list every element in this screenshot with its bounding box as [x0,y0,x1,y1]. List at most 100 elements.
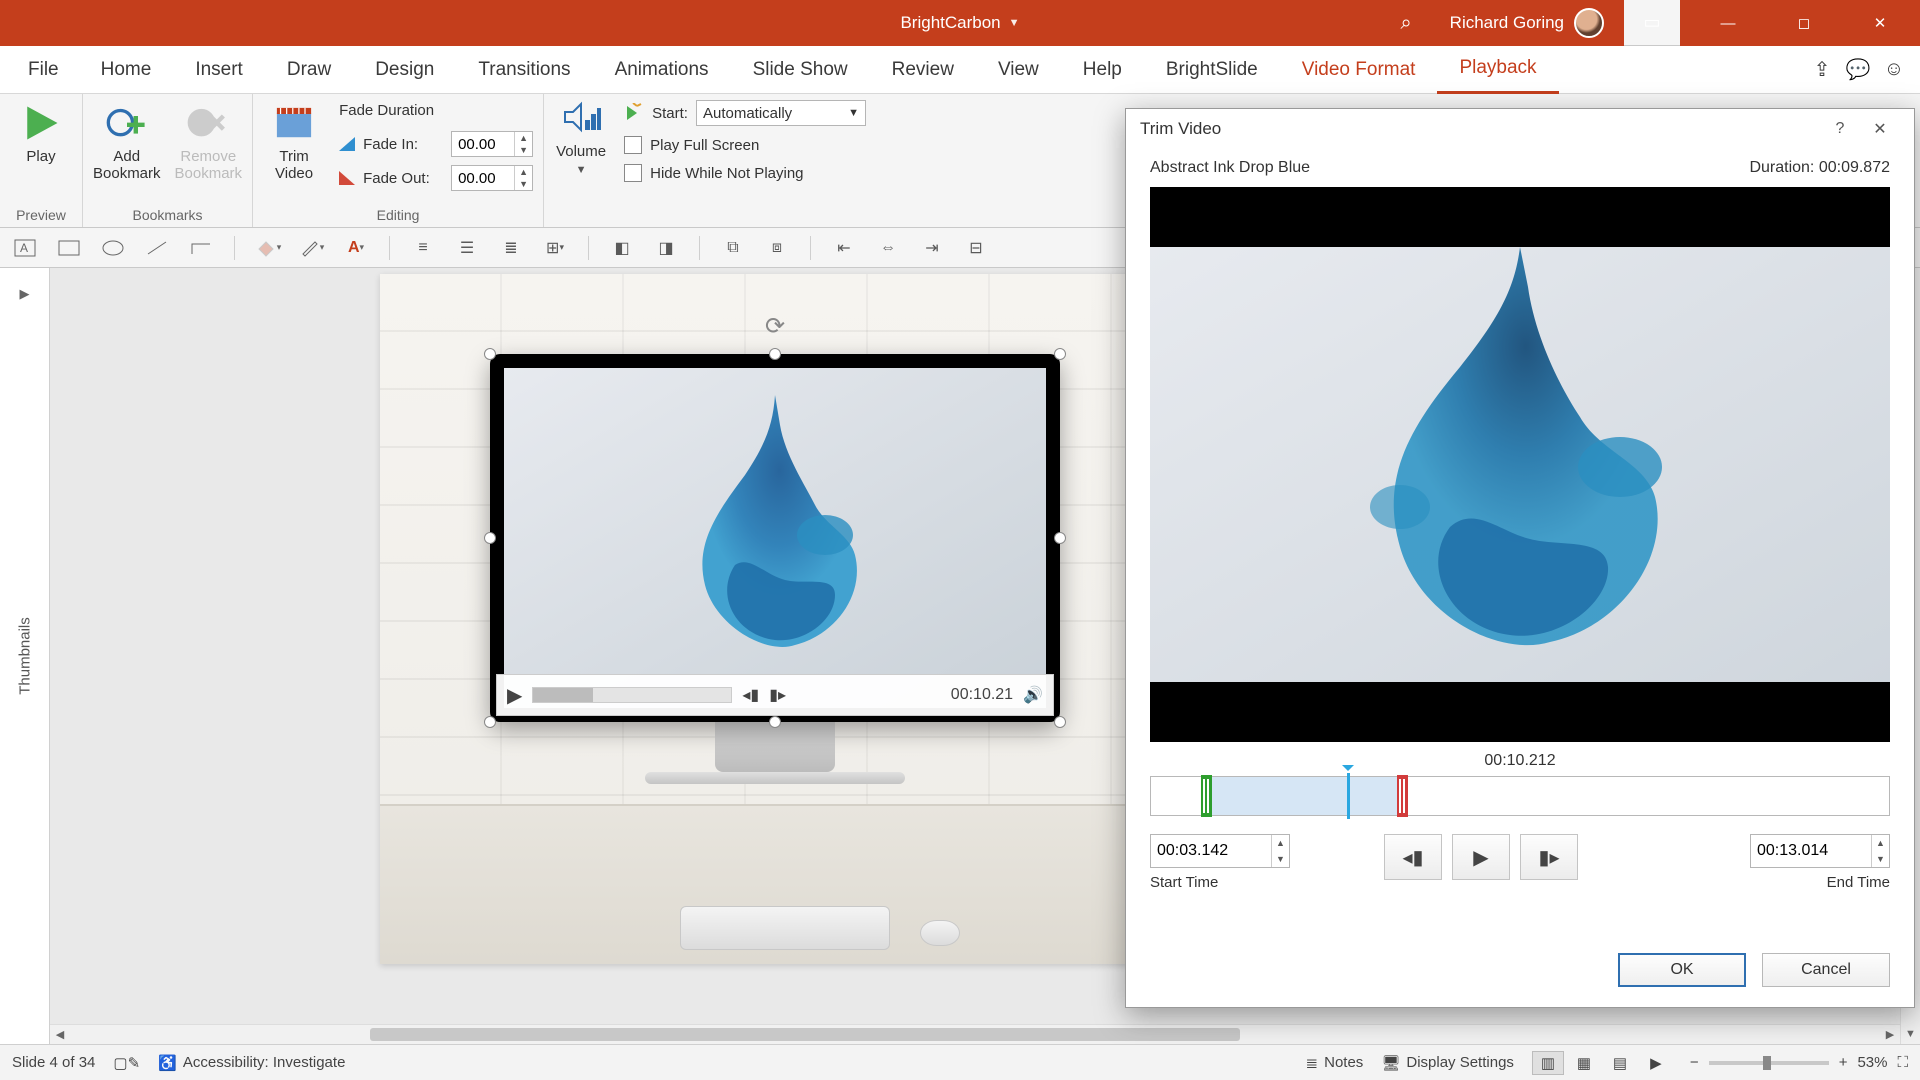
spinner-down-icon[interactable]: ▼ [515,144,532,156]
tab-file[interactable]: File [8,46,79,94]
tab-design[interactable]: Design [353,46,456,94]
resize-handle[interactable] [1054,716,1066,728]
end-time-input[interactable]: ▲▼ [1750,834,1890,868]
expand-thumbnails-icon[interactable]: ▶ [20,286,30,302]
trim-playhead[interactable] [1347,773,1350,819]
text-box-icon[interactable]: A [10,235,40,261]
font-color-icon[interactable]: A▾ [341,235,371,261]
video-object[interactable]: ⟳ ▶ ◂▮ ▮ [490,354,1060,784]
resize-handle[interactable] [1054,348,1066,360]
ungroup-icon[interactable]: ⧈ [762,235,792,261]
scroll-left-icon[interactable]: ◀ [50,1025,70,1044]
bring-forward-icon[interactable]: ◧ [607,235,637,261]
spinner-down-icon[interactable]: ▼ [1872,851,1889,867]
scroll-down-icon[interactable]: ▼ [1901,1024,1920,1044]
resize-handle[interactable] [769,716,781,728]
resize-handle[interactable] [1054,532,1066,544]
slideshow-view-icon[interactable]: ▶ [1640,1051,1672,1075]
notes-button[interactable]: ≣Notes [1306,1054,1364,1072]
align-center-objects-icon[interactable]: ⇔ [873,235,903,261]
start-time-input[interactable]: ▲▼ [1150,834,1290,868]
zoom-slider[interactable] [1709,1061,1829,1065]
play-full-screen-checkbox[interactable] [624,136,642,154]
resize-handle[interactable] [484,532,496,544]
fit-to-window-icon[interactable]: ⛶ [1897,1054,1908,1071]
display-settings-button[interactable]: 🖥Display Settings [1381,1054,1514,1072]
tab-draw[interactable]: Draw [265,46,353,94]
start-time-field[interactable] [1151,835,1271,867]
align-center-icon[interactable]: ☰ [452,235,482,261]
cancel-button[interactable]: Cancel [1762,953,1890,987]
user-account[interactable]: Richard Goring [1450,8,1604,38]
zoom-out-button[interactable]: − [1690,1054,1699,1071]
tab-help[interactable]: Help [1061,46,1144,94]
tab-transitions[interactable]: Transitions [456,46,592,94]
spinner-down-icon[interactable]: ▼ [1272,851,1289,867]
accessibility-button[interactable]: ♿ Accessibility: Investigate [158,1054,345,1072]
comments-icon[interactable]: 💬 [1840,57,1876,82]
player-next-frame-icon[interactable]: ▮▸ [769,685,786,705]
tab-view[interactable]: View [976,46,1061,94]
horizontal-scrollbar[interactable]: ◀ ▶ [50,1024,1900,1044]
tab-animations[interactable]: Animations [593,46,731,94]
resize-handle[interactable] [484,716,496,728]
normal-view-icon[interactable]: ▥ [1532,1051,1564,1075]
play-button[interactable]: ▶ [1452,834,1510,880]
search-icon[interactable]: ⌕ [1400,12,1411,35]
align-left-objects-icon[interactable]: ⇤ [829,235,859,261]
line-icon[interactable] [142,235,172,261]
shape-outline-icon[interactable]: ▾ [297,235,327,261]
trim-timeline[interactable] [1150,776,1890,816]
document-title[interactable]: BrightCarbon ▼ [900,13,1019,33]
zoom-value[interactable]: 53% [1857,1054,1887,1071]
tab-playback[interactable]: Playback [1437,46,1558,94]
close-button[interactable]: ✕ [1852,0,1908,46]
tab-video-format[interactable]: Video Format [1280,46,1438,94]
smiley-icon[interactable]: ☺ [1876,58,1912,81]
spinner-up-icon[interactable]: ▲ [1272,835,1289,851]
slide-counter[interactable]: Slide 4 of 34 [12,1054,95,1071]
fade-in-field[interactable] [452,132,514,156]
fade-out-input[interactable]: ▲▼ [451,165,533,191]
tab-review[interactable]: Review [870,46,976,94]
spinner-up-icon[interactable]: ▲ [1872,835,1889,851]
thumbnails-pane[interactable]: ▶ Thumbnails [0,268,50,1044]
rectangle-icon[interactable] [54,235,84,261]
oval-icon[interactable] [98,235,128,261]
player-volume-icon[interactable]: 🔊 [1023,685,1043,705]
tab-insert[interactable]: Insert [173,46,265,94]
player-play-icon[interactable]: ▶ [507,683,522,708]
player-progress[interactable] [532,687,732,703]
resize-handle[interactable] [769,348,781,360]
group-icon[interactable]: ⧉ [718,235,748,261]
dialog-help-icon[interactable]: ? [1820,120,1860,138]
spinner-down-icon[interactable]: ▼ [515,178,532,190]
tab-home[interactable]: Home [79,46,174,94]
scrollbar-thumb[interactable] [370,1028,1240,1041]
spelling-icon[interactable]: ▢✎ [113,1054,140,1072]
share-icon[interactable]: ⇪ [1804,57,1840,82]
rotate-handle-icon[interactable]: ⟳ [765,312,785,341]
align-right-icon[interactable]: ≣ [496,235,526,261]
zoom-thumb[interactable] [1763,1056,1771,1070]
spinner-up-icon[interactable]: ▲ [515,132,532,144]
align-right-objects-icon[interactable]: ⇥ [917,235,947,261]
add-bookmark-button[interactable]: Add Bookmark [93,100,161,203]
maximize-button[interactable]: ◻ [1776,0,1832,46]
spinner-up-icon[interactable]: ▲ [515,166,532,178]
zoom-in-button[interactable]: + [1839,1054,1848,1071]
tab-brightslide[interactable]: BrightSlide [1144,46,1280,94]
resize-handle[interactable] [484,348,496,360]
send-backward-icon[interactable]: ◨ [651,235,681,261]
scroll-right-icon[interactable]: ▶ [1880,1025,1900,1044]
fade-in-input[interactable]: ▲▼ [451,131,533,157]
end-time-field[interactable] [1751,835,1871,867]
play-button[interactable]: Play [10,100,72,203]
align-objects-icon[interactable]: ⊞▾ [540,235,570,261]
start-select[interactable]: Automatically ▼ [696,100,866,126]
previous-frame-button[interactable]: ◂▮ [1384,834,1442,880]
tab-slide-show[interactable]: Slide Show [731,46,870,94]
hide-while-not-playing-checkbox[interactable] [624,164,642,182]
distribute-icon[interactable]: ⊟ [961,235,991,261]
dialog-close-icon[interactable]: ✕ [1860,119,1900,139]
